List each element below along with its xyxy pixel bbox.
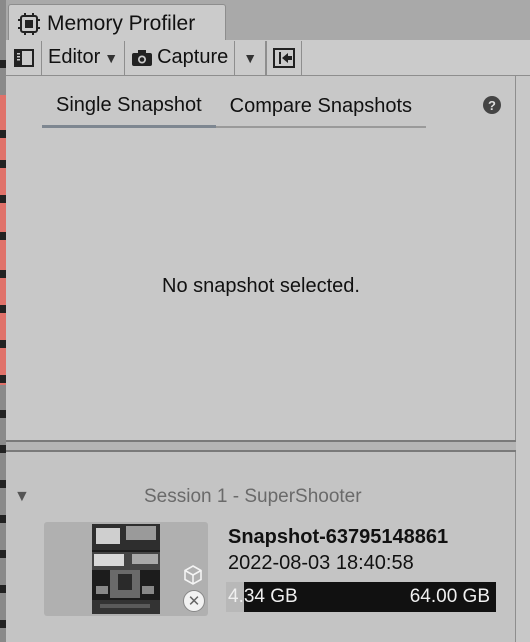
toggle-sidebar-button[interactable] [6,40,42,75]
snapshot-thumbnail [92,524,160,614]
memory-usage-bar: 4.34 GB 64.00 GB [226,582,496,612]
memory-profiler-window: Memory Profiler Editor ▼ Capture ▼ Singl… [6,0,530,642]
memory-total-label: 64.00 GB [409,586,490,607]
capture-button[interactable]: Capture [125,41,234,75]
snapshot-view [6,76,516,440]
import-icon [273,47,296,68]
snapshot-name: Snapshot-63795148861 [228,526,449,548]
snapshots-list-panel: ▼ Session 1 - SuperShooter ✕ Snapshot-63… [6,452,516,642]
chevron-down-icon: ▼ [243,49,258,66]
session-header[interactable]: ▼ Session 1 - SuperShooter [14,484,514,510]
memory-profiler-icon [17,12,41,36]
sidebar-icon [13,48,34,67]
session-label: Session 1 - SuperShooter [144,486,362,507]
tab-compare-snapshots[interactable]: Compare Snapshots [215,95,426,128]
tab-bar: Memory Profiler [6,0,530,42]
target-label: Editor [48,46,101,68]
window-tab[interactable]: Memory Profiler [8,4,226,42]
capture-label: Capture [157,46,229,68]
foldout-arrow-icon[interactable]: ▼ [14,488,34,506]
tab-single-snapshot[interactable]: Single Snapshot [42,94,216,128]
window-title: Memory Profiler [47,11,196,35]
panel-splitter[interactable] [6,440,516,452]
import-button[interactable] [266,40,303,75]
capture-options-dropdown[interactable]: ▼ [234,40,267,75]
empty-state-message: No snapshot selected. [162,275,360,297]
target-dropdown[interactable]: Editor ▼ [42,40,126,75]
help-icon[interactable]: ? [483,96,501,114]
unity-icon [184,565,202,585]
snapshot-date: 2022-08-03 18:40:58 [228,552,414,574]
camera-icon [132,49,153,66]
view-mode-tabs: Single Snapshot Compare Snapshots [42,92,426,128]
toolbar: Editor ▼ Capture ▼ [6,40,530,76]
memory-used-label: 4.34 GB [228,586,298,607]
close-icon[interactable]: ✕ [183,590,205,612]
snapshot-list-item[interactable]: ✕ Snapshot-63795148861 2022-08-03 18:40:… [44,522,514,618]
chevron-down-icon: ▼ [104,49,119,66]
